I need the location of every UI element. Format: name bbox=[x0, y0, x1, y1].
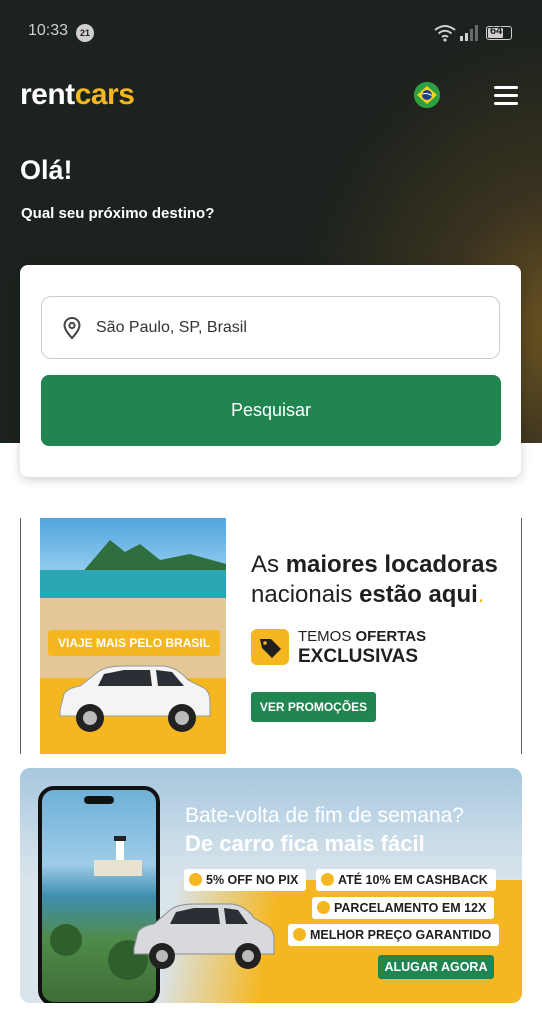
offer-line1: TEMOS OFERTAS bbox=[298, 628, 426, 645]
pill-text: MELHOR PREÇO GARANTIDO bbox=[310, 928, 492, 942]
best-price-pill: MELHOR PREÇO GARANTIDO bbox=[288, 924, 500, 946]
pix-icon bbox=[189, 873, 202, 886]
status-icons: 64 bbox=[434, 22, 524, 44]
promo-banner-national-rentals[interactable]: VIAJE MAIS PELO BRASIL As maiores locado… bbox=[20, 518, 522, 754]
signal-icon bbox=[460, 25, 478, 41]
travel-brazil-tag: VIAJE MAIS PELO BRASIL bbox=[48, 630, 221, 656]
see-promotions-button[interactable]: VER PROMOÇÕES bbox=[251, 692, 376, 722]
search-button[interactable]: Pesquisar bbox=[41, 375, 501, 446]
logo-text-cars: cars bbox=[74, 78, 135, 111]
offer-line2: EXCLUSIVAS bbox=[298, 646, 419, 667]
white-suv-image bbox=[59, 665, 211, 732]
location-pin-icon bbox=[63, 316, 81, 340]
destination-field[interactable] bbox=[41, 296, 500, 359]
greeting-title: Olá! bbox=[20, 155, 73, 185]
rent-now-button[interactable]: ALUGAR AGORA bbox=[378, 955, 494, 979]
cashback-icon bbox=[321, 873, 334, 886]
headline-bold: maiores locadoras bbox=[285, 551, 498, 578]
banner2-title-line1: Bate-volta de fim de semana? bbox=[185, 804, 464, 827]
headline-dot: . bbox=[477, 581, 485, 608]
greeting-subtitle: Qual seu próximo destino? bbox=[21, 205, 215, 222]
card-icon bbox=[317, 901, 330, 914]
status-time: 10:33 bbox=[28, 22, 69, 39]
silver-suv-image bbox=[133, 903, 275, 969]
battery-level: 64 bbox=[490, 25, 503, 37]
offer-text: TEMOS bbox=[298, 628, 356, 645]
pill-text: 5% OFF NO PIX bbox=[206, 873, 299, 887]
headline-text: nacionais bbox=[251, 581, 360, 608]
hamburger-menu-icon[interactable] bbox=[492, 84, 520, 106]
pix-discount-pill: 5% OFF NO PIX bbox=[184, 869, 307, 891]
wifi-icon bbox=[434, 25, 456, 42]
beach-car-image: VIAJE MAIS PELO BRASIL bbox=[40, 518, 226, 754]
installments-pill: PARCELAMENTO EM 12X bbox=[312, 897, 495, 919]
offer-text-bold: OFERTAS bbox=[355, 628, 427, 645]
destination-input[interactable] bbox=[96, 297, 486, 358]
status-bar: 10:33 21 64 bbox=[0, 0, 542, 64]
promo-banner-weekend-trip[interactable]: Bate-volta de fim de semana? De carro fi… bbox=[20, 768, 522, 1003]
brazil-flag-icon[interactable] bbox=[414, 82, 440, 108]
banner1-headline: As maiores locadoras nacionais estão aqu… bbox=[251, 550, 498, 610]
headline-bold: estão aqui bbox=[359, 581, 478, 608]
rentcars-logo[interactable]: rentcars bbox=[20, 78, 135, 112]
notification-badge: 21 bbox=[76, 24, 94, 42]
pill-text: PARCELAMENTO EM 12X bbox=[334, 901, 487, 915]
pill-text: ATÉ 10% EM CASHBACK bbox=[338, 873, 488, 887]
headline-text: As bbox=[251, 551, 286, 578]
price-tag-icon bbox=[251, 629, 289, 665]
cashback-pill: ATÉ 10% EM CASHBACK bbox=[316, 869, 496, 891]
logo-text-rent: rent bbox=[20, 78, 75, 111]
hand-coin-icon bbox=[293, 928, 306, 941]
banner2-title-line2: De carro fica mais fácil bbox=[185, 831, 425, 856]
search-card: Pesquisar bbox=[20, 265, 521, 477]
